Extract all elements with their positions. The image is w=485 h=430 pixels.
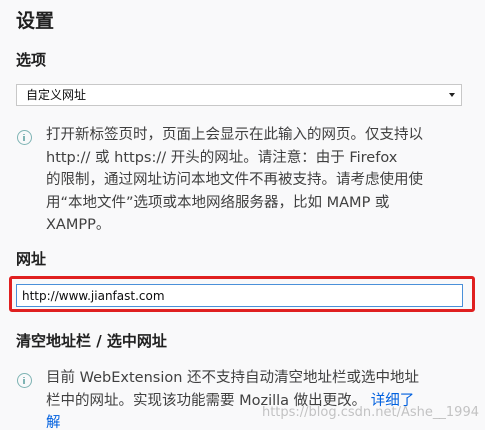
info-text-line: 打开新标签页时，页面上会显示在此输入的网页。仅支持以	[46, 127, 423, 143]
clear-section-label: 清空地址栏 / 选中网址	[16, 332, 167, 350]
info-text-line: 的限制，通过网址访问本地文件不再被支持。请考虑使用使	[46, 172, 423, 188]
options-section-label: 选项	[16, 51, 47, 69]
learn-more-link-continued[interactable]: 解	[46, 415, 61, 430]
watermark: https://blog.csdn.net/Ashe__1994	[261, 405, 479, 420]
info-text-line: 目前 WebExtension 还不支持自动清空地址栏或选中地址	[46, 370, 420, 386]
info-icon	[17, 130, 32, 145]
info-icon	[17, 373, 32, 388]
new-tab-option-select[interactable]: 自定义网址	[16, 84, 462, 106]
info-text-line: 用“本地文件”选项或本地网络服务器，比如 MAMP 或	[46, 194, 390, 211]
url-input[interactable]	[16, 284, 463, 307]
options-info-text: 打开新标签页时，页面上会显示在此输入的网页。仅支持以 http:// 或 htt…	[46, 124, 423, 237]
page-title: 设置	[16, 10, 55, 32]
info-text-line: http:// 或 https:// 开头的网址。请注意：由于 Firefox	[46, 149, 398, 166]
url-section-label: 网址	[16, 250, 47, 268]
select-value: 自定义网址	[26, 88, 87, 102]
clear-info-text: 目前 WebExtension 还不支持自动清空地址栏或选中地址 栏中的网址。实…	[46, 367, 419, 430]
chevron-down-icon	[449, 93, 455, 97]
settings-page: 设置 选项 自定义网址 打开新标签页时，页面上会显示在此输入的网页。仅支持以 h…	[0, 0, 485, 430]
info-text-line: XAMPP。	[46, 217, 111, 233]
